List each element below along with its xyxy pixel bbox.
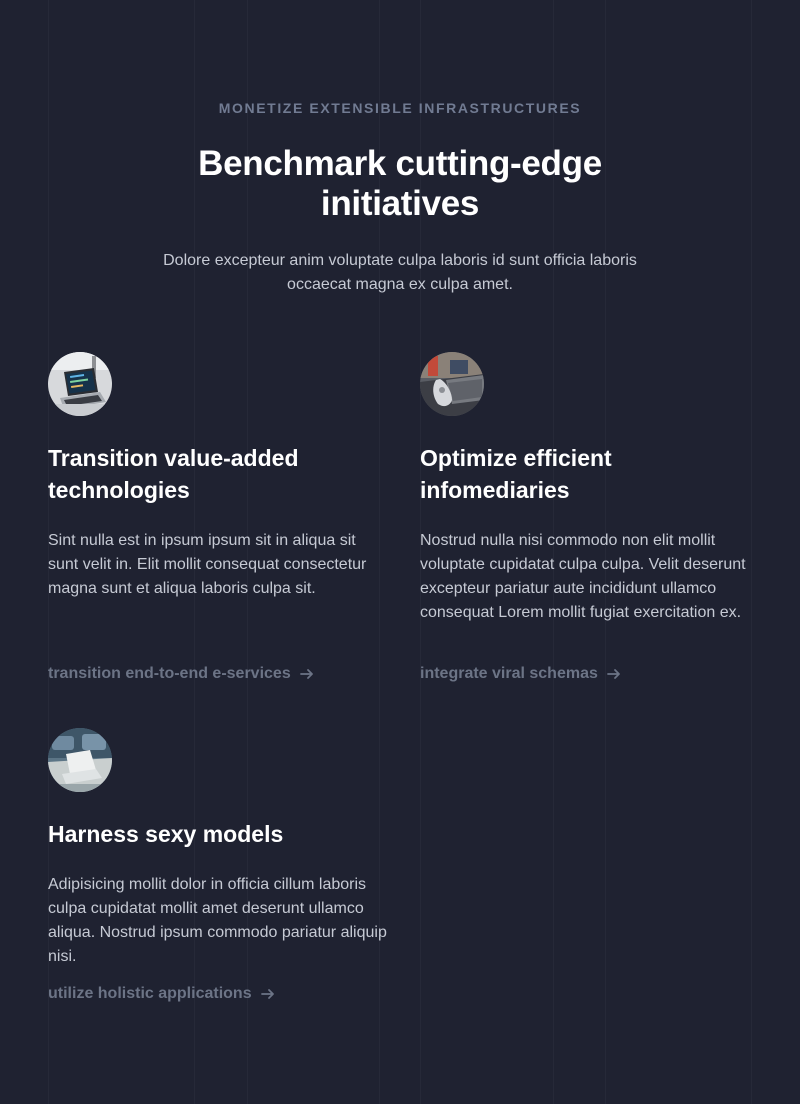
feature-title: Transition value-added technologies <box>48 445 299 503</box>
section-subtitle: Dolore excepteur anim voluptate culpa la… <box>163 252 637 293</box>
feature-card: Transition value-added technologies Sint… <box>48 352 388 692</box>
arrow-right-icon <box>606 669 620 679</box>
feature-image-desk-setup <box>420 352 484 416</box>
section-title: Benchmark cutting-edge initiatives <box>198 144 602 223</box>
feature-image-laptop-table <box>48 728 112 792</box>
laptop-table-photo-icon <box>48 728 112 792</box>
feature-title: Optimize efficient infomediaries <box>420 445 612 503</box>
arrow-right-icon <box>299 669 313 679</box>
feature-link-label: utilize holistic applications <box>48 985 252 1002</box>
feature-link[interactable]: integrate viral schemas <box>420 665 622 683</box>
feature-image-laptop-code <box>48 352 112 416</box>
desk-photo-icon <box>420 352 484 416</box>
feature-description: Nostrud nulla nisi commodo non elit moll… <box>420 532 746 621</box>
feature-link-label: integrate viral schemas <box>420 665 598 682</box>
feature-card: Harness sexy models Adipisicing mollit d… <box>48 728 388 1028</box>
features-section: MONETIZE EXTENSIBLE INFRASTRUCTURES Benc… <box>0 0 800 1104</box>
feature-description: Sint nulla est in ipsum ipsum sit in ali… <box>48 532 367 597</box>
feature-link-label: transition end-to-end e-services <box>48 665 291 682</box>
feature-link[interactable]: utilize holistic applications <box>48 985 276 1003</box>
arrow-right-icon <box>260 989 274 999</box>
feature-title: Harness sexy models <box>48 821 284 847</box>
feature-link[interactable]: transition end-to-end e-services <box>48 665 315 683</box>
laptop-photo-icon <box>48 352 112 416</box>
feature-card: Optimize efficient infomediaries Nostrud… <box>420 352 760 692</box>
feature-description: Adipisicing mollit dolor in officia cill… <box>48 876 387 965</box>
section-eyebrow: MONETIZE EXTENSIBLE INFRASTRUCTURES <box>218 100 582 116</box>
